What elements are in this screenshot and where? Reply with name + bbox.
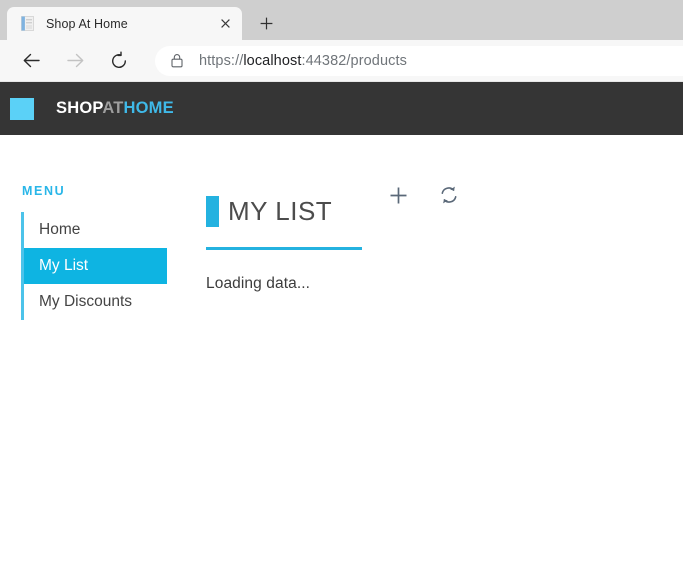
brand-title[interactable]: SHOPATHOME — [56, 99, 174, 118]
lock-icon — [169, 53, 185, 69]
close-icon[interactable] — [214, 13, 236, 35]
forward-arrow-icon — [58, 44, 92, 78]
address-bar[interactable]: https://localhost:44382/products — [155, 45, 683, 76]
url-scheme: https:// — [199, 52, 244, 69]
tab-title: Shop At Home — [46, 16, 128, 31]
url-path: :44382/products — [301, 52, 407, 69]
app-body: MENU Home My List My Discounts MY LIST L… — [0, 135, 683, 567]
title-accent-bar — [206, 195, 219, 227]
new-tab-button[interactable] — [253, 10, 279, 36]
sidebar-item-my-discounts[interactable]: My Discounts — [24, 284, 167, 320]
address-bar-text: https://localhost:44382/products — [199, 53, 407, 69]
refresh-button[interactable] — [435, 181, 463, 209]
reload-icon[interactable] — [102, 44, 136, 78]
brand-at: AT — [102, 99, 124, 117]
browser-toolbar: https://localhost:44382/products — [0, 40, 683, 82]
tab-strip: Shop At Home — [0, 0, 683, 40]
logo-icon[interactable] — [10, 97, 34, 120]
sidebar-item-home[interactable]: Home — [24, 212, 167, 248]
sidebar-heading: MENU — [22, 184, 66, 198]
back-arrow-icon[interactable] — [14, 44, 48, 78]
page-title-block: MY LIST — [206, 179, 362, 250]
app-header: SHOPATHOME — [0, 82, 683, 135]
loading-status: Loading data... — [206, 274, 311, 292]
sidebar-item-my-list[interactable]: My List — [24, 248, 167, 284]
url-host: localhost — [243, 52, 302, 69]
brand-shop: SHOP — [56, 99, 103, 117]
sidebar-item-label: My Discounts — [39, 293, 133, 310]
page-header: MY LIST — [206, 179, 683, 250]
main-content: MY LIST Loading data... — [203, 135, 683, 567]
sidebar: MENU Home My List My Discounts — [0, 135, 203, 567]
brand-home: HOME — [123, 99, 174, 117]
page-icon — [19, 15, 36, 32]
sidebar-item-label: Home — [39, 221, 81, 238]
sidebar-menu: Home My List My Discounts — [21, 212, 203, 320]
sidebar-item-label: My List — [39, 257, 89, 274]
browser-tab[interactable]: Shop At Home — [7, 7, 242, 40]
add-item-button[interactable] — [384, 181, 412, 209]
page-title: MY LIST — [228, 196, 333, 227]
browser-window: Shop At Home https://localhost:44382/pro… — [0, 0, 683, 567]
